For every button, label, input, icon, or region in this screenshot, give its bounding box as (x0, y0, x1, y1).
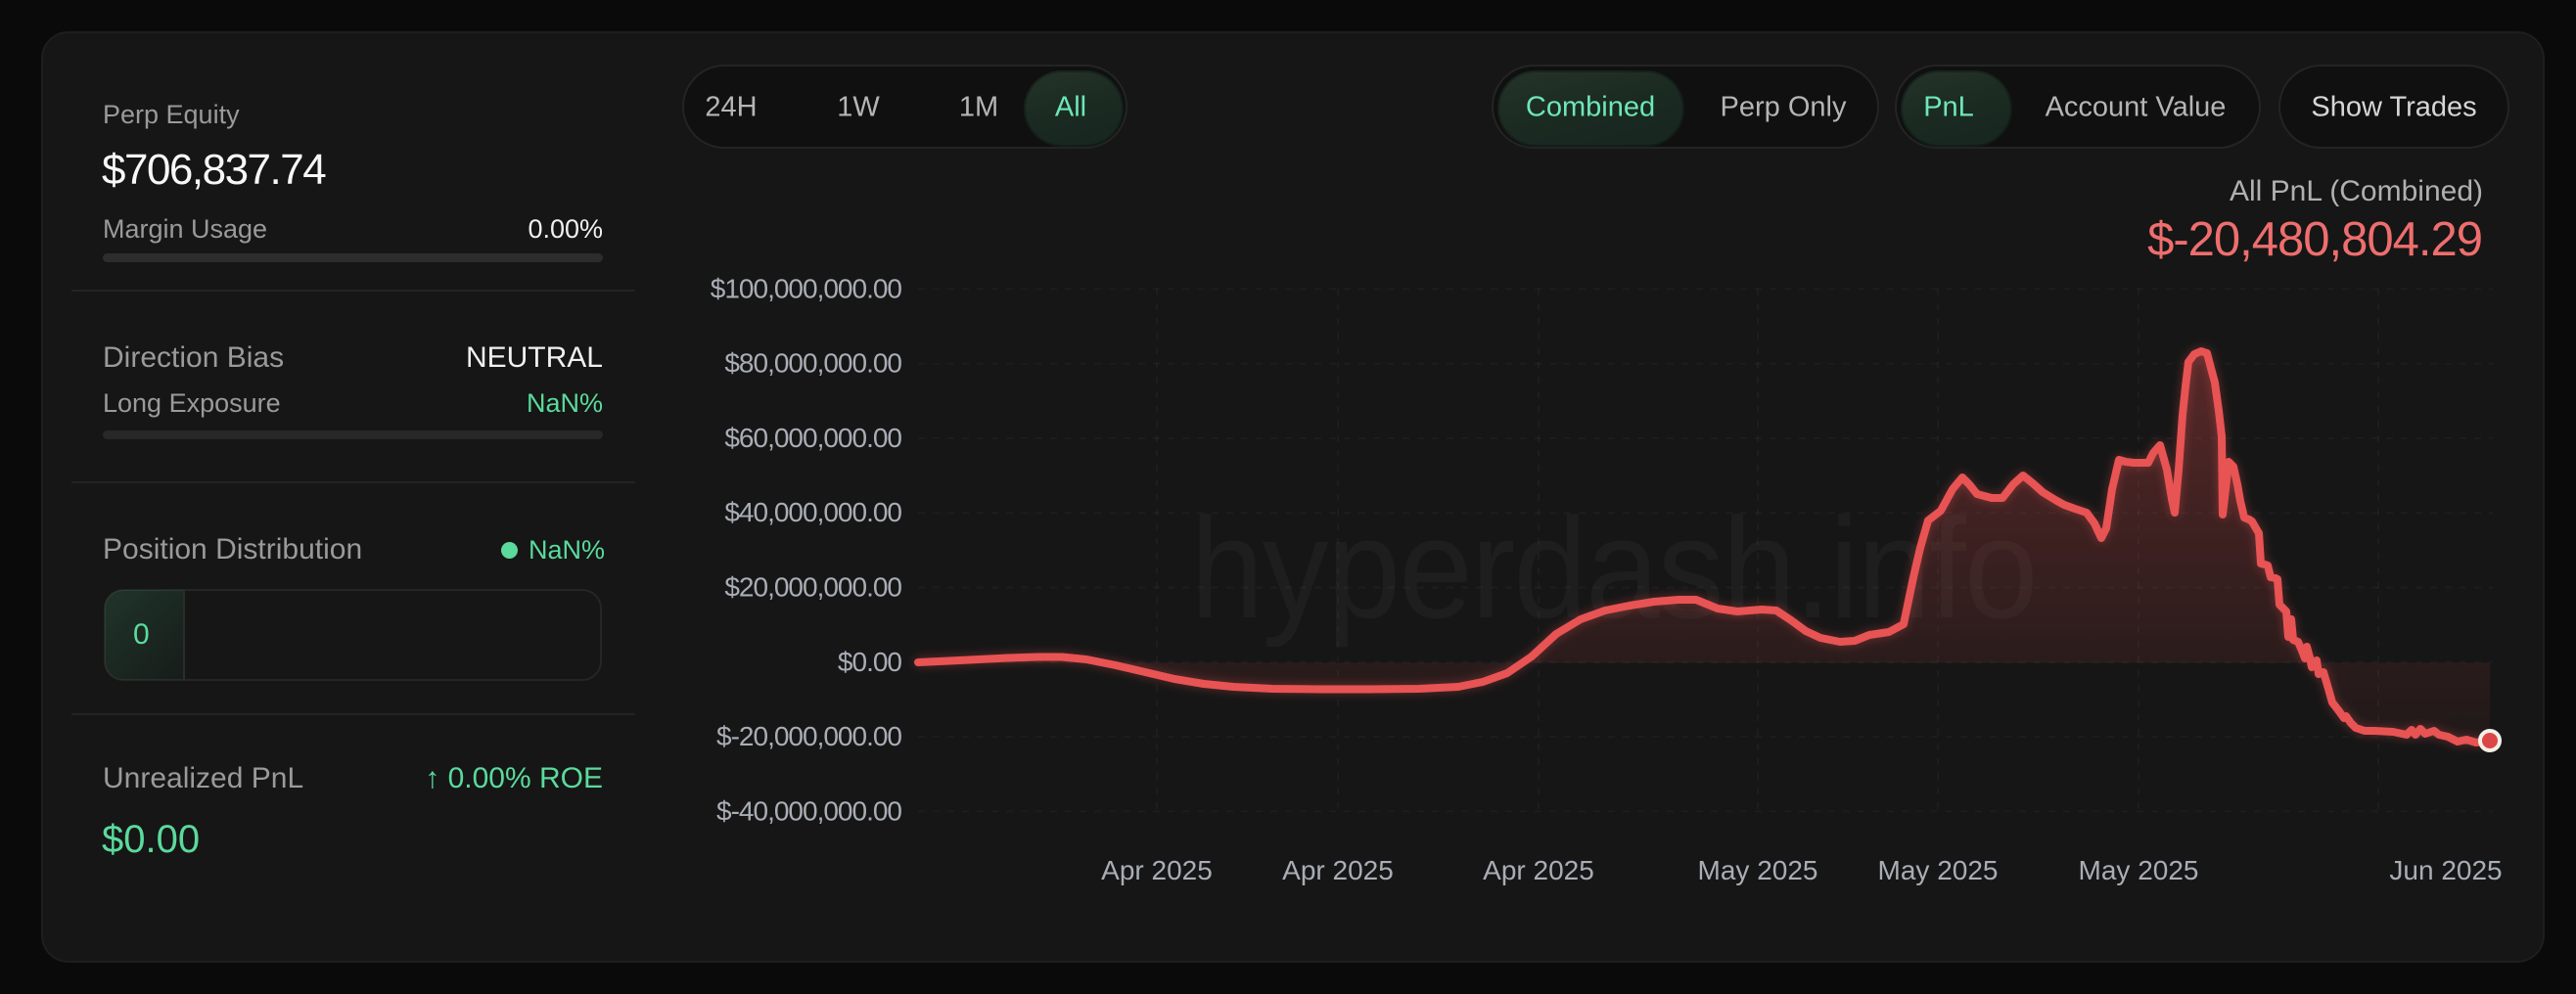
svg-text:Apr 2025: Apr 2025 (1101, 855, 1213, 885)
svg-text:Apr 2025: Apr 2025 (1282, 855, 1394, 885)
svg-text:May 2025: May 2025 (1698, 855, 1818, 885)
svg-text:Jun 2025: Jun 2025 (2389, 855, 2502, 885)
svg-text:Apr 2025: Apr 2025 (1483, 855, 1594, 885)
svg-text:$100,000,000.00: $100,000,000.00 (711, 273, 902, 303)
svg-text:$-20,000,000.00: $-20,000,000.00 (716, 721, 901, 751)
svg-text:May 2025: May 2025 (1878, 855, 1999, 885)
svg-text:$40,000,000.00: $40,000,000.00 (724, 497, 901, 527)
svg-text:$0.00: $0.00 (838, 647, 901, 677)
svg-text:$80,000,000.00: $80,000,000.00 (724, 348, 901, 379)
svg-text:May 2025: May 2025 (2079, 855, 2199, 885)
svg-text:$-40,000,000.00: $-40,000,000.00 (716, 795, 901, 826)
svg-text:$20,000,000.00: $20,000,000.00 (724, 572, 901, 603)
svg-text:$60,000,000.00: $60,000,000.00 (724, 423, 901, 453)
